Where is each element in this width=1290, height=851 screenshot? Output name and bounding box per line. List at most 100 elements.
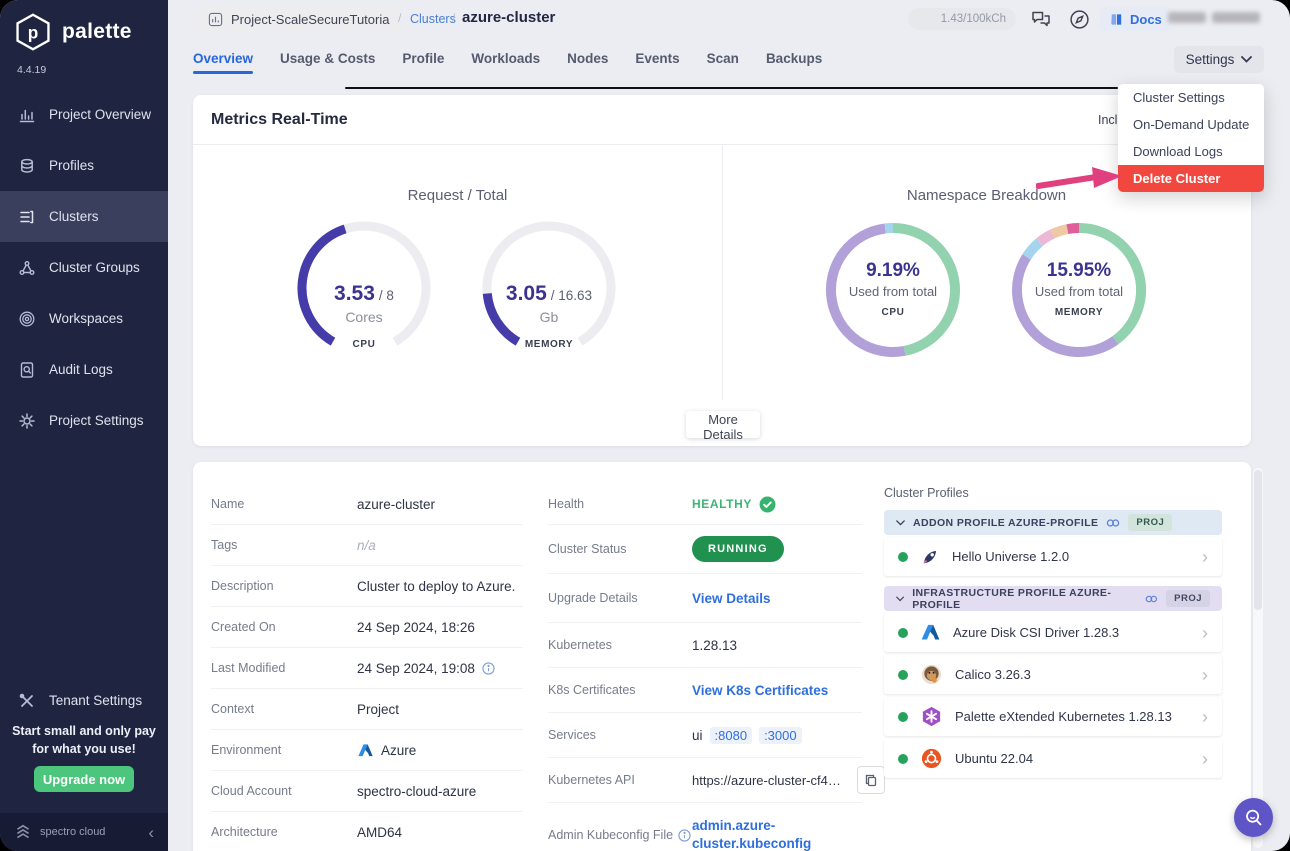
- profile-layer-ubuntu[interactable]: Ubuntu 22.04 ›: [884, 739, 1222, 778]
- request-total-title: Request / Total: [407, 187, 508, 204]
- profile-layer-pxk[interactable]: Palette eXtended Kubernetes 1.28.13 ›: [884, 697, 1222, 736]
- service-name: ui: [692, 727, 703, 743]
- sidebar-item-clusters[interactable]: Clusters: [0, 191, 168, 242]
- palette-logo[interactable]: p palette: [13, 12, 132, 52]
- tab-usage-costs[interactable]: Usage & Costs: [280, 51, 375, 70]
- divider-artifact: [345, 87, 1118, 89]
- tools-icon: [19, 693, 33, 707]
- settings-button[interactable]: Settings: [1174, 46, 1264, 73]
- health-status-text: HEALTHY: [692, 497, 752, 511]
- status-dot: [898, 711, 908, 722]
- cluster-status-row: Cluster Status RUNNING: [548, 525, 862, 574]
- profile-group-header-addon[interactable]: ADDON PROFILE AZURE-PROFILE PROJ: [884, 510, 1222, 535]
- scrollbar[interactable]: [1253, 468, 1263, 848]
- chevron-down-icon: [896, 596, 905, 601]
- project-chart-icon: [208, 12, 223, 26]
- menu-item-on-demand-update[interactable]: On-Demand Update: [1118, 111, 1264, 138]
- running-status-badge[interactable]: RUNNING: [692, 536, 784, 562]
- chat-feedback-button[interactable]: [1030, 8, 1052, 30]
- more-details-button[interactable]: More Details: [686, 411, 760, 442]
- brand-name: palette: [62, 20, 132, 43]
- copy-button[interactable]: [857, 766, 885, 794]
- gear-icon: [19, 412, 35, 429]
- sidebar-item-project-settings[interactable]: Project Settings: [0, 395, 168, 446]
- kubeconfig-download-link[interactable]: admin.azure-cluster.kubeconfig: [692, 817, 842, 851]
- sidebar-item-label: Project Overview: [49, 107, 152, 122]
- cluster-tabs: Overview Usage & Costs Profile Workloads…: [193, 45, 822, 75]
- menu-item-download-logs[interactable]: Download Logs: [1118, 138, 1264, 165]
- cluster-profiles-panel: Cluster Profiles ADDON PROFILE AZURE-PRO…: [884, 486, 1222, 781]
- tab-nodes[interactable]: Nodes: [567, 51, 608, 70]
- metrics-vertical-divider: [722, 145, 723, 400]
- tags-row: Tags n/a: [211, 525, 523, 566]
- sidebar-item-workspaces[interactable]: Workspaces: [0, 293, 168, 344]
- menu-item-cluster-settings[interactable]: Cluster Settings: [1118, 84, 1264, 111]
- azure-icon: [921, 624, 940, 640]
- service-port-link[interactable]: :3000: [759, 726, 802, 744]
- menu-item-delete-cluster[interactable]: Delete Cluster: [1118, 165, 1264, 192]
- link-icon[interactable]: [1145, 594, 1158, 604]
- palette-app-window: p palette 4.4.19 Project Overview Profil…: [0, 0, 1290, 851]
- sidebar-nav: Project Overview Profiles Clusters Clust…: [0, 89, 168, 446]
- kubernetes-api-url: https://azure-cluster-cf42...: [692, 772, 842, 788]
- upgrade-promo: Start small and only pay for what you us…: [0, 722, 168, 792]
- memory-namespace-donut: 15.95% Used from total MEMORY: [1009, 220, 1149, 360]
- collapse-sidebar-chevron[interactable]: ‹: [148, 824, 154, 841]
- sidebar-item-audit-logs[interactable]: Audit Logs: [0, 344, 168, 395]
- help-compass-button[interactable]: [1069, 9, 1090, 30]
- scrollbar-thumb[interactable]: [1254, 470, 1262, 610]
- service-port-link[interactable]: :8080: [709, 726, 753, 744]
- link-icon[interactable]: [1106, 518, 1120, 528]
- tab-profile[interactable]: Profile: [402, 51, 444, 70]
- chevron-right-icon: ›: [1202, 546, 1208, 567]
- support-search-fab[interactable]: [1234, 798, 1273, 837]
- breadcrumb-separator: /: [452, 11, 456, 25]
- profile-layer-hello-universe[interactable]: Hello Universe 1.2.0 ›: [884, 537, 1222, 576]
- k8s-certificates-row: K8s Certificates View K8s Certificates: [548, 668, 862, 713]
- cluster-details-card: Name azure-cluster Tags n/a Description …: [193, 462, 1251, 851]
- breadcrumb-project-pill[interactable]: Project-ScaleSecureTutoria: [196, 6, 402, 32]
- copy-icon: [865, 774, 877, 787]
- sidebar-item-label: Cluster Groups: [49, 260, 140, 275]
- chat-bubbles-icon: [1032, 11, 1050, 27]
- info-icon[interactable]: [678, 828, 691, 842]
- view-details-link[interactable]: View Details: [692, 591, 771, 606]
- docs-button[interactable]: Docs: [1100, 7, 1171, 31]
- description-row: Description Cluster to deploy to Azure.: [211, 566, 523, 607]
- nodes-icon: [19, 260, 35, 275]
- list-icon: [20, 210, 34, 223]
- layers-icon: [21, 158, 33, 173]
- clipped-include-label: Incl: [1098, 113, 1118, 127]
- rocket-icon: [923, 550, 936, 564]
- tab-workloads[interactable]: Workloads: [471, 51, 540, 70]
- sidebar-item-project-overview[interactable]: Project Overview: [0, 89, 168, 140]
- bar-chart-icon: [19, 109, 35, 122]
- chevron-down-icon: [1241, 56, 1253, 63]
- project-scope-badge: PROJ: [1128, 514, 1173, 531]
- profile-layer-calico[interactable]: Calico 3.26.3 ›: [884, 655, 1222, 694]
- settings-button-label: Settings: [1185, 52, 1235, 67]
- sidebar: p palette 4.4.19 Project Overview Profil…: [0, 0, 168, 851]
- profile-group-header-infrastructure[interactable]: INFRASTRUCTURE PROFILE AZURE-PROFILE PRO…: [884, 586, 1222, 611]
- tab-scan[interactable]: Scan: [707, 51, 739, 70]
- info-icon[interactable]: [482, 661, 495, 675]
- view-k8s-certificates-link[interactable]: View K8s Certificates: [692, 683, 828, 698]
- profile-layer-azure-disk-csi[interactable]: Azure Disk CSI Driver 1.28.3 ›: [884, 613, 1222, 652]
- breadcrumb-clusters-link[interactable]: Clusters: [410, 12, 456, 26]
- svg-text:p: p: [28, 22, 39, 42]
- sidebar-item-profiles[interactable]: Profiles: [0, 140, 168, 191]
- usage-quota-pill[interactable]: 1.43/100kCh: [908, 8, 1016, 30]
- tab-events[interactable]: Events: [635, 51, 679, 70]
- compass-icon: [1070, 10, 1089, 29]
- ubuntu-icon: [921, 748, 942, 769]
- book-icon: [1111, 13, 1122, 25]
- redacted-username: [1212, 12, 1260, 23]
- tab-backups[interactable]: Backups: [766, 51, 822, 70]
- spectro-cloud-logo-icon: [17, 824, 29, 839]
- context-row: Context Project: [211, 689, 523, 730]
- tab-overview[interactable]: Overview: [193, 51, 254, 74]
- sidebar-item-tenant-settings[interactable]: Tenant Settings: [0, 675, 168, 726]
- created-on-row: Created On 24 Sep 2024, 18:26: [211, 607, 523, 648]
- upgrade-now-button[interactable]: Upgrade now: [34, 766, 134, 792]
- sidebar-item-cluster-groups[interactable]: Cluster Groups: [0, 242, 168, 293]
